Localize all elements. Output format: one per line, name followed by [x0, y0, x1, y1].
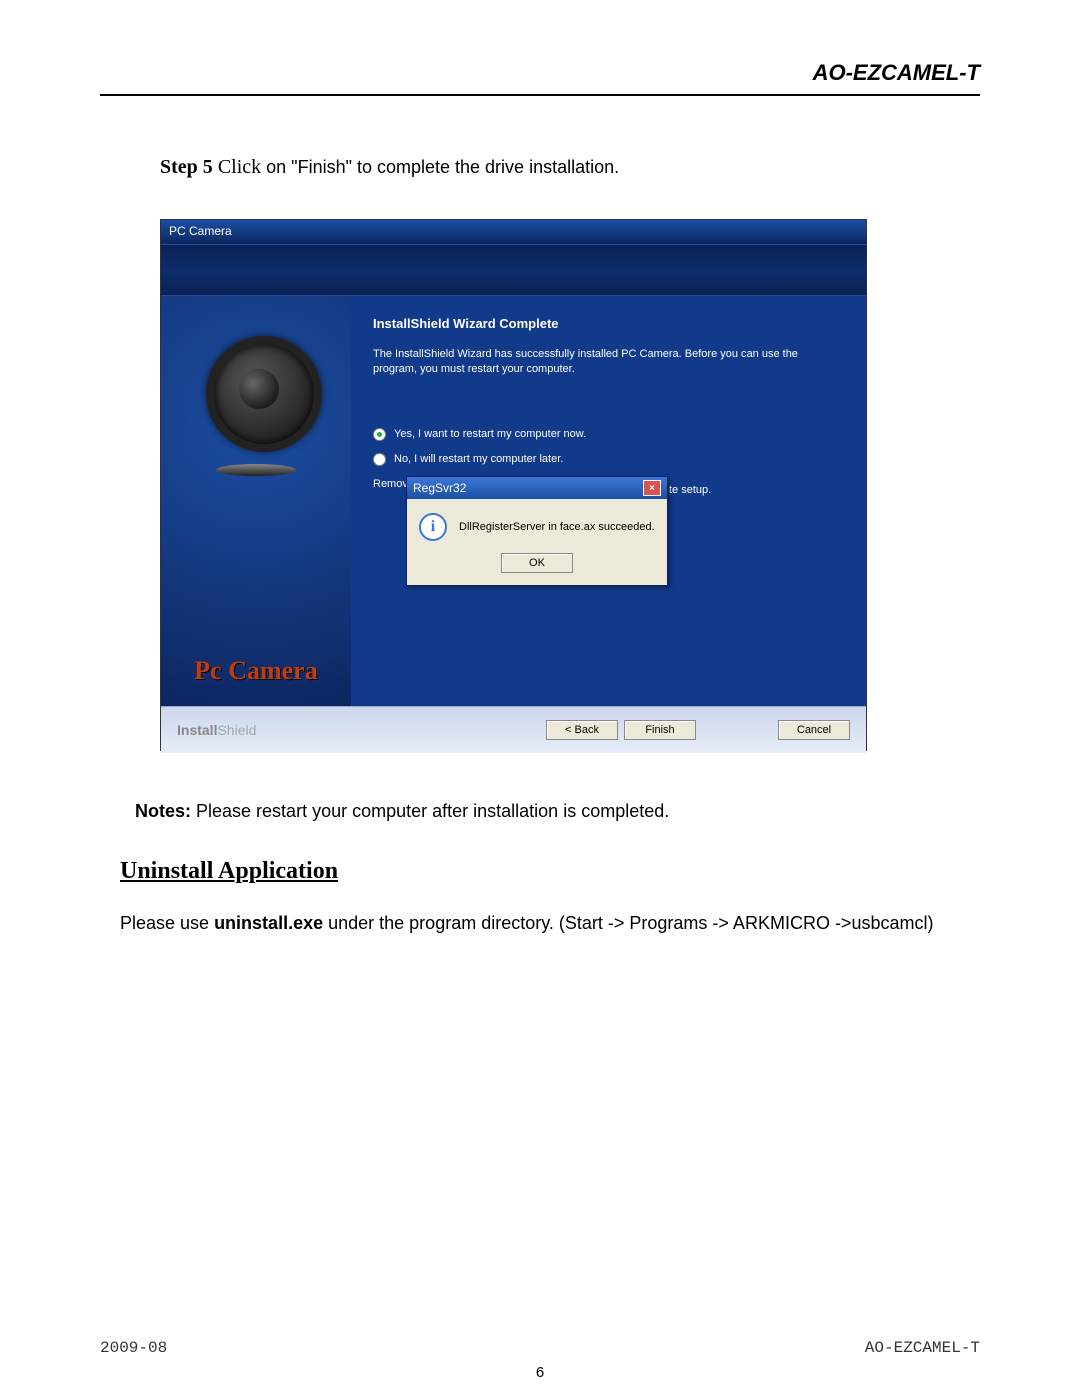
post-text: under the program directory. (Start -> P… — [323, 913, 933, 933]
ok-button[interactable]: OK — [501, 553, 573, 573]
installshield-brand: InstallShield — [177, 722, 256, 738]
radio-yes-label: Yes, I want to restart my computer now. — [394, 428, 586, 440]
page-footer: 2009-08 AO-EZCAMEL-T — [100, 1339, 980, 1357]
document-page: AO-EZCAMEL-T Step 5 Click on "Finish" to… — [0, 0, 1080, 1397]
exe-name: uninstall.exe — [214, 913, 323, 933]
close-icon[interactable]: × — [643, 480, 661, 496]
brand-part-b: Shield — [217, 722, 256, 738]
dialog-title: RegSvr32 — [413, 481, 466, 495]
step-label: Step 5 — [160, 156, 213, 178]
notes-label: Notes: — [135, 801, 191, 821]
wizard-heading: InstallShield Wizard Complete — [373, 316, 844, 331]
back-button[interactable]: < Back — [546, 720, 618, 740]
step-instruction: Step 5 Click on "Finish" to complete the… — [160, 156, 980, 179]
radio-icon — [373, 453, 386, 466]
brand-part-a: Install — [177, 722, 217, 738]
installer-screenshot: PC Camera Pc Camera InstallShield Wizard… — [160, 219, 867, 751]
info-icon: i — [419, 513, 447, 541]
notes-text: Please restart your computer after insta… — [191, 801, 669, 821]
dialog-message: DllRegisterServer in face.ax succeeded. — [459, 521, 655, 533]
sidebar-label: Pc Camera — [194, 656, 317, 686]
notes-line: Notes: Please restart your computer afte… — [135, 801, 980, 822]
regsvr32-dialog: RegSvr32 × i DllRegisterServer in face.a… — [406, 476, 668, 586]
header-title: AO-EZCAMEL-T — [100, 60, 980, 96]
finish-button[interactable]: Finish — [624, 720, 696, 740]
radio-icon — [373, 428, 386, 441]
wizard-content: InstallShield Wizard Complete The Instal… — [351, 296, 866, 706]
step-rest: on "Finish" to complete the drive instal… — [261, 157, 619, 177]
window-banner — [161, 244, 866, 296]
step-verb: Click — [218, 156, 261, 178]
wizard-buttons: < Back Finish Cancel — [546, 720, 850, 740]
uninstall-instruction: Please use uninstall.exe under the progr… — [120, 913, 980, 934]
webcam-icon — [206, 336, 322, 452]
webcam-stand — [216, 464, 296, 476]
radio-option-no[interactable]: No, I will restart my computer later. — [373, 453, 844, 466]
dialog-titlebar: RegSvr32 × — [407, 477, 667, 499]
window-title: PC Camera — [169, 224, 232, 238]
footer-date: 2009-08 — [100, 1339, 167, 1357]
wizard-footer: InstallShield < Back Finish Cancel — [161, 706, 866, 753]
window-titlebar: PC Camera — [161, 220, 866, 244]
te-setup-fragment: te setup. — [669, 484, 711, 496]
sidebar-graphic: Pc Camera — [161, 296, 351, 706]
page-number: 6 — [0, 1364, 1080, 1381]
window-body: Pc Camera InstallShield Wizard Complete … — [161, 296, 866, 706]
dialog-body: i DllRegisterServer in face.ax succeeded… — [407, 499, 667, 545]
footer-model: AO-EZCAMEL-T — [865, 1339, 980, 1357]
radio-no-label: No, I will restart my computer later. — [394, 453, 563, 465]
pre-text: Please use — [120, 913, 214, 933]
radio-option-yes[interactable]: Yes, I want to restart my computer now. — [373, 428, 844, 441]
dialog-footer: OK — [407, 545, 667, 585]
cancel-button[interactable]: Cancel — [778, 720, 850, 740]
uninstall-heading: Uninstall Application — [120, 858, 980, 885]
wizard-description: The InstallShield Wizard has successfull… — [373, 347, 844, 378]
